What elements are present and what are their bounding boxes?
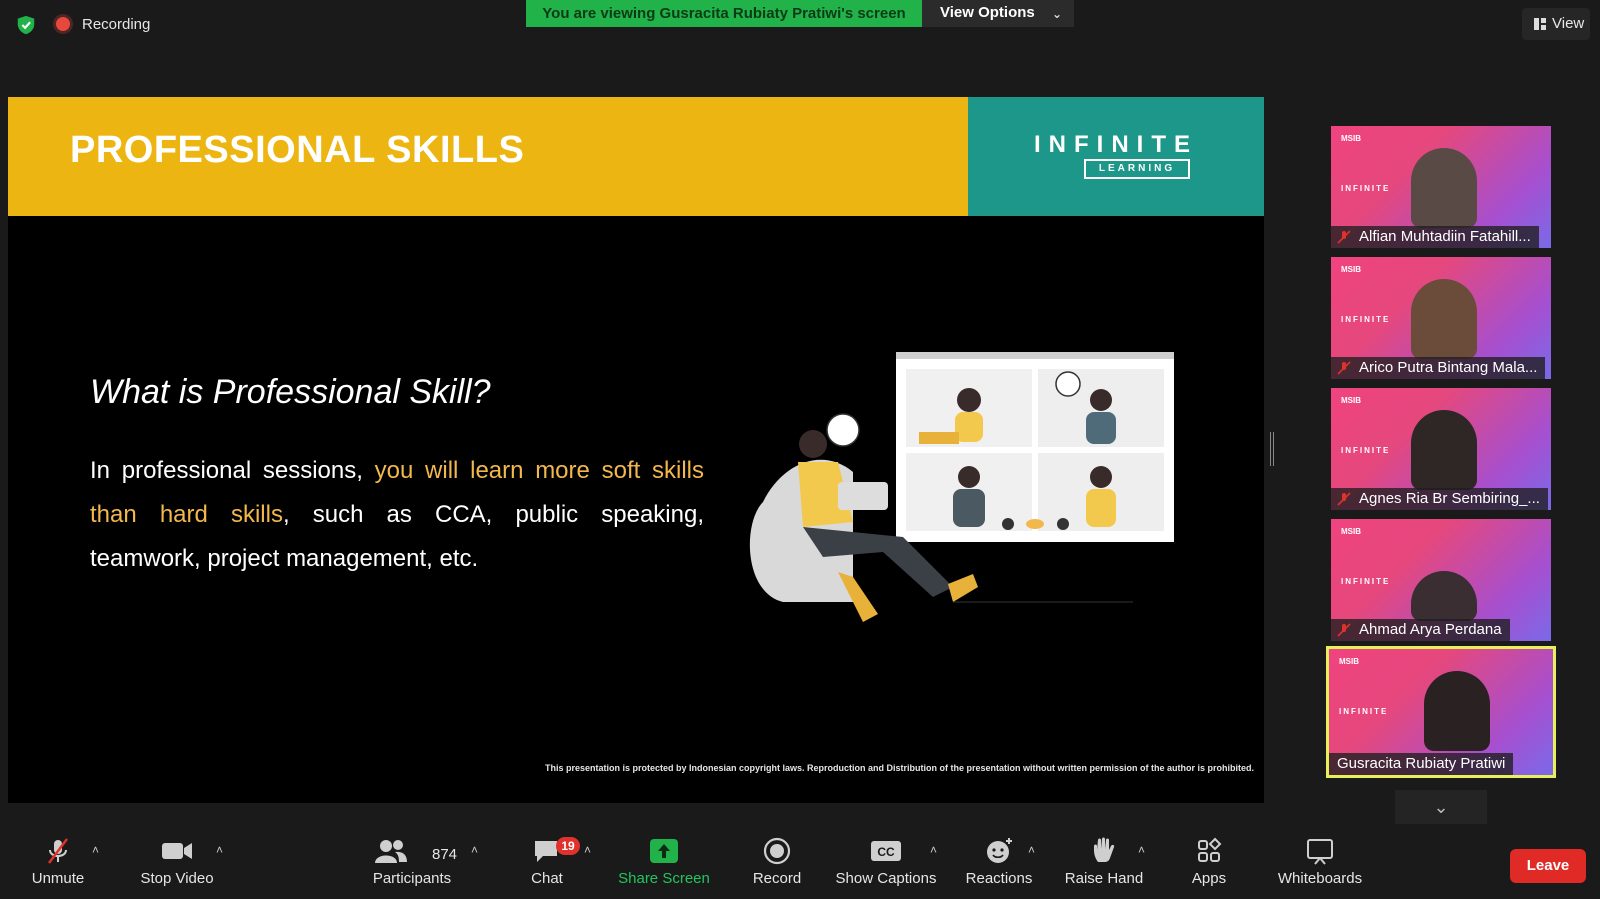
recording-indicator-icon xyxy=(56,17,70,31)
tile-background-text: INFINITE xyxy=(1341,315,1391,324)
view-label: View xyxy=(1552,15,1585,32)
stop-video-button[interactable]: Stop Video xyxy=(134,836,220,887)
participant-name: Arico Putra Bintang Mala... xyxy=(1359,359,1538,376)
raise-hand-icon xyxy=(1094,837,1115,862)
audio-options-caret-icon[interactable]: ˄ xyxy=(92,843,99,857)
reactions-smiley-icon xyxy=(987,838,1012,863)
record-label: Record xyxy=(752,870,802,887)
show-captions-button[interactable]: CC Show Captions xyxy=(834,836,938,887)
stop-video-label: Stop Video xyxy=(140,870,214,887)
tile-background-text: MSIB xyxy=(1341,265,1361,274)
reactions-label: Reactions xyxy=(965,870,1033,887)
slide-header-bar: PROFESSIONAL SKILLS xyxy=(8,97,968,216)
captions-cc-icon: CC xyxy=(871,841,901,861)
unmute-label: Unmute xyxy=(31,870,85,887)
slide-question: What is Professional Skill? xyxy=(90,373,491,411)
participant-tile[interactable]: MSIB INFINITE Agnes Ria Br Sembiring_... xyxy=(1331,388,1551,510)
svg-text:CC: CC xyxy=(877,845,895,859)
participant-nameplate: Alfian Muhtadiin Fatahill... xyxy=(1331,226,1539,248)
participants-options-caret-icon[interactable]: ˄ xyxy=(471,843,478,857)
scroll-down-button[interactable]: ⌄ xyxy=(1395,790,1487,824)
raise-hand-options-caret-icon[interactable]: ˄ xyxy=(1138,843,1145,857)
reactions-button[interactable]: Reactions xyxy=(962,836,1036,887)
muted-mic-icon xyxy=(1337,230,1351,244)
tile-background-text: INFINITE xyxy=(1341,184,1391,193)
video-options-caret-icon[interactable]: ˄ xyxy=(216,843,223,857)
unmute-button[interactable]: Unmute xyxy=(26,836,90,887)
participant-name: Agnes Ria Br Sembiring_... xyxy=(1359,490,1540,507)
apps-icon xyxy=(1198,837,1222,862)
tile-background-text: MSIB xyxy=(1339,657,1359,666)
panel-resize-handle[interactable] xyxy=(1270,432,1274,466)
brand-name: INFINITE xyxy=(1034,131,1198,158)
brand-subtitle: LEARNING xyxy=(1084,159,1190,179)
show-captions-label: Show Captions xyxy=(835,870,937,887)
chevron-down-icon: ⌄ xyxy=(1433,797,1449,817)
participant-video xyxy=(1411,410,1477,490)
recording-label: Recording xyxy=(82,16,151,33)
participant-tile[interactable]: MSIB INFINITE Arico Putra Bintang Mala..… xyxy=(1331,257,1551,379)
tile-background-text: INFINITE xyxy=(1341,577,1391,586)
security-shield-icon[interactable] xyxy=(15,14,37,36)
participant-video xyxy=(1411,571,1477,621)
participant-name: Gusracita Rubiaty Pratiwi xyxy=(1337,755,1506,772)
share-screen-label: Share Screen xyxy=(618,870,710,887)
apps-label: Apps xyxy=(1191,870,1227,887)
view-options-dropdown[interactable]: View Options ⌄ xyxy=(922,0,1074,27)
leave-button[interactable]: Leave xyxy=(1510,849,1586,883)
brand-logo: INFINITE LEARNING xyxy=(968,97,1264,216)
tile-background-text: INFINITE xyxy=(1341,446,1391,455)
tile-background-text: MSIB xyxy=(1341,396,1361,405)
tile-background-text: MSIB xyxy=(1341,527,1361,536)
slide-title: PROFESSIONAL SKILLS xyxy=(70,129,525,171)
view-options-label: View Options xyxy=(940,4,1035,21)
screen-share-banner: You are viewing Gusracita Rubiaty Pratiw… xyxy=(526,0,922,27)
grid-view-icon xyxy=(1534,18,1546,30)
whiteboards-label: Whiteboards xyxy=(1277,870,1363,887)
muted-mic-icon xyxy=(1337,361,1351,375)
share-screen-button[interactable]: Share Screen xyxy=(618,836,710,887)
view-button[interactable]: View xyxy=(1522,8,1590,40)
whiteboards-button[interactable]: Whiteboards xyxy=(1272,836,1368,887)
muted-mic-icon xyxy=(1337,623,1351,637)
chat-label: Chat xyxy=(531,870,563,887)
share-screen-icon xyxy=(650,839,678,863)
participant-video xyxy=(1411,279,1477,359)
participant-nameplate: Agnes Ria Br Sembiring_... xyxy=(1331,488,1548,510)
muted-mic-icon xyxy=(1337,492,1351,506)
participant-video xyxy=(1411,148,1477,228)
record-icon xyxy=(763,837,791,865)
copyright-notice: This presentation is protected by Indone… xyxy=(544,763,1254,773)
slide-paragraph: In professional sessions, you will learn… xyxy=(90,449,704,581)
reactions-options-caret-icon[interactable]: ˄ xyxy=(1028,843,1035,857)
participant-tile[interactable]: MSIB INFINITE Alfian Muhtadiin Fatahill.… xyxy=(1331,126,1551,248)
paragraph-start: In professional sessions, xyxy=(90,457,375,484)
participant-video xyxy=(1424,671,1490,751)
chat-unread-badge: 19 xyxy=(556,837,580,855)
participant-nameplate: Ahmad Arya Perdana xyxy=(1331,619,1510,641)
video-call-illustration xyxy=(749,352,1174,622)
raise-hand-button[interactable]: Raise Hand xyxy=(1064,836,1144,887)
participant-tile[interactable]: MSIB INFINITE Ahmad Arya Perdana xyxy=(1331,519,1551,641)
participants-count: 874 xyxy=(432,846,458,863)
raise-hand-label: Raise Hand xyxy=(1064,870,1144,887)
participant-tile-active-speaker[interactable]: MSIB INFINITE Gusracita Rubiaty Pratiwi xyxy=(1326,646,1556,778)
participant-name: Ahmad Arya Perdana xyxy=(1359,621,1502,638)
participant-name: Alfian Muhtadiin Fatahill... xyxy=(1359,228,1531,245)
record-button[interactable]: Record xyxy=(748,836,806,887)
apps-button[interactable]: Apps xyxy=(1186,836,1232,887)
participants-label: Participants xyxy=(372,870,452,887)
participants-icon xyxy=(375,840,407,863)
video-camera-icon xyxy=(162,843,192,859)
tile-background-text: MSIB xyxy=(1341,134,1361,143)
chevron-down-icon: ⌄ xyxy=(1051,7,1062,21)
participant-nameplate: Gusracita Rubiaty Pratiwi xyxy=(1329,753,1514,775)
captions-options-caret-icon[interactable]: ˄ xyxy=(930,843,937,857)
participant-nameplate: Arico Putra Bintang Mala... xyxy=(1331,357,1546,379)
shared-screen: PROFESSIONAL SKILLS INFINITE LEARNING Wh… xyxy=(8,97,1264,803)
muted-mic-icon xyxy=(48,838,68,864)
whiteboard-icon xyxy=(1307,839,1333,865)
chat-options-caret-icon[interactable]: ˄ xyxy=(584,843,591,857)
tile-background-text: INFINITE xyxy=(1339,707,1389,716)
